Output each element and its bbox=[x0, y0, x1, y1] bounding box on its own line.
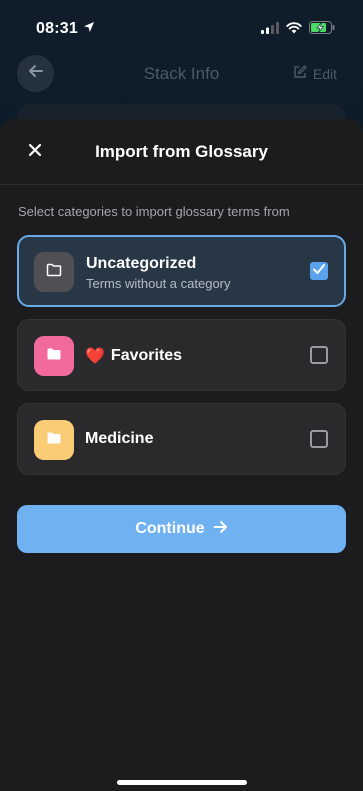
home-indicator bbox=[117, 780, 247, 785]
status-time-text: 08:31 bbox=[36, 20, 78, 37]
checkmark-icon bbox=[312, 262, 326, 280]
folder-badge bbox=[34, 252, 74, 292]
continue-button[interactable]: Continue bbox=[17, 505, 346, 553]
category-checkbox[interactable] bbox=[310, 262, 328, 280]
import-sheet: Import from Glossary Select categories t… bbox=[0, 119, 363, 791]
category-name-text: Uncategorized bbox=[86, 255, 197, 272]
category-item-favorites[interactable]: ❤️ Favorites bbox=[17, 319, 346, 391]
screen: 08:31 Stack Info Edit Import from Glossa… bbox=[0, 0, 363, 791]
wifi-icon bbox=[286, 21, 302, 39]
folder-icon bbox=[46, 431, 62, 450]
category-item-medicine[interactable]: Medicine bbox=[17, 403, 346, 475]
edit-button[interactable]: Edit bbox=[293, 65, 337, 82]
category-name-text: Favorites bbox=[110, 347, 183, 364]
cellular-signal-icon bbox=[261, 21, 279, 39]
arrow-right-icon bbox=[213, 520, 228, 539]
status-icons bbox=[261, 21, 335, 39]
location-arrow-icon bbox=[83, 20, 95, 38]
background-header: Stack Info Edit bbox=[0, 52, 363, 96]
status-bar: 08:31 bbox=[0, 0, 363, 52]
edit-icon bbox=[293, 65, 307, 82]
folder-icon bbox=[46, 347, 62, 366]
category-description: Terms without a category bbox=[86, 276, 231, 291]
category-checkbox[interactable] bbox=[310, 346, 328, 364]
continue-label: Continue bbox=[135, 520, 205, 537]
category-name: Uncategorized bbox=[86, 255, 196, 273]
category-emoji: ❤️ bbox=[85, 348, 105, 365]
status-time: 08:31 bbox=[36, 20, 95, 38]
sheet-title: Import from Glossary bbox=[95, 142, 268, 161]
category-name: Medicine bbox=[85, 430, 153, 448]
instructions-text: Select categories to import glossary ter… bbox=[18, 204, 290, 219]
folder-badge bbox=[34, 336, 74, 376]
category-name-text: Medicine bbox=[85, 430, 154, 447]
edit-label: Edit bbox=[312, 65, 337, 82]
battery-charging-icon bbox=[309, 21, 335, 39]
category-item-uncategorized[interactable]: Uncategorized Terms without a category bbox=[17, 235, 346, 307]
folder-outline-icon bbox=[46, 263, 62, 282]
sheet-header: Import from Glossary bbox=[0, 119, 363, 185]
category-name: ❤️ Favorites bbox=[85, 346, 182, 366]
category-checkbox[interactable] bbox=[310, 430, 328, 448]
folder-badge bbox=[34, 420, 74, 460]
